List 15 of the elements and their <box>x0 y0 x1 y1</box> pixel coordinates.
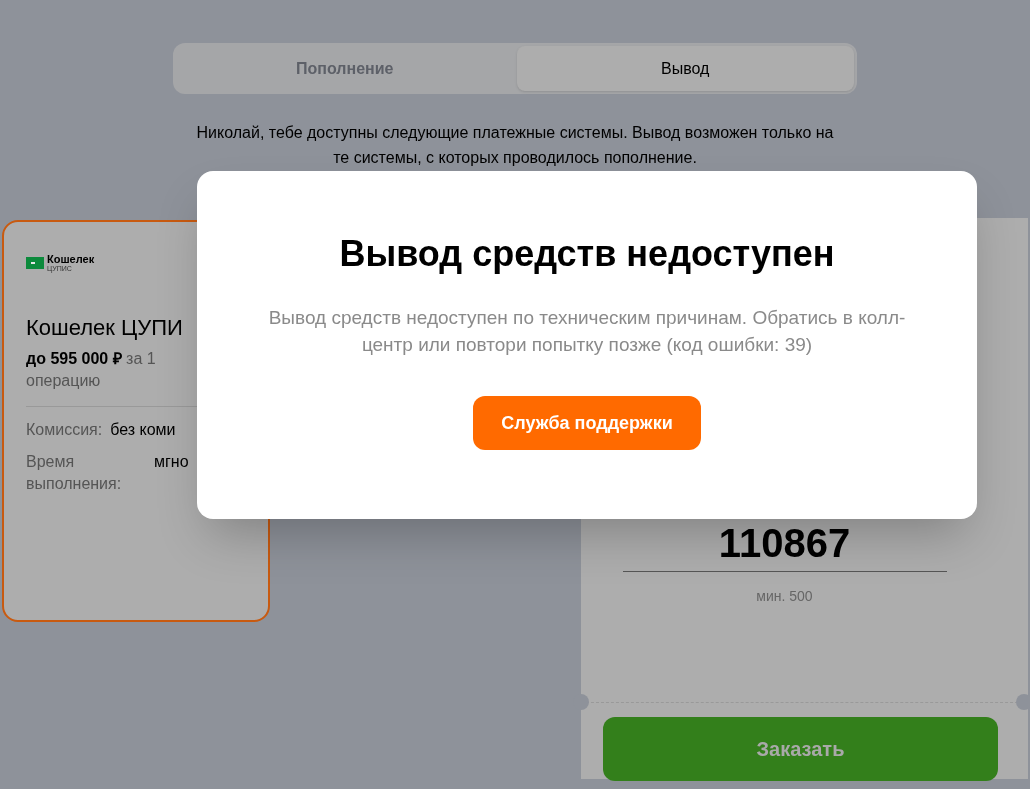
detail-value: мгно <box>154 451 189 472</box>
min-amount-hint: мин. 500 <box>756 587 813 606</box>
dialog-title: Вывод средств недоступен <box>339 232 835 276</box>
amount-value[interactable]: 110867 <box>622 523 947 572</box>
logo-text: Кошелек <box>47 254 95 265</box>
detail-label: Комиссия: <box>26 419 103 440</box>
dialog-message: Вывод средств недоступен по техническим причинам. Обратись в колл-центр или повтори попытку позже (код ошибки: 39) <box>267 306 907 357</box>
detail-label: Время выполнения: <box>26 451 123 494</box>
wallet-logo-icon <box>26 257 44 269</box>
tab[interactable]: Вывод <box>516 46 854 91</box>
limit-text: до 595 000 ₽ за 1 операцию <box>26 348 157 391</box>
card-title: Кошелек ЦУПИ <box>26 314 184 342</box>
ticket-notch <box>1016 694 1030 710</box>
detail-value: без коми <box>110 419 176 440</box>
notice-text: Николай, тебе доступны следующие платежные системы. Вывод возможен только на те системы, с которых проводилось пополнение. <box>195 123 835 168</box>
